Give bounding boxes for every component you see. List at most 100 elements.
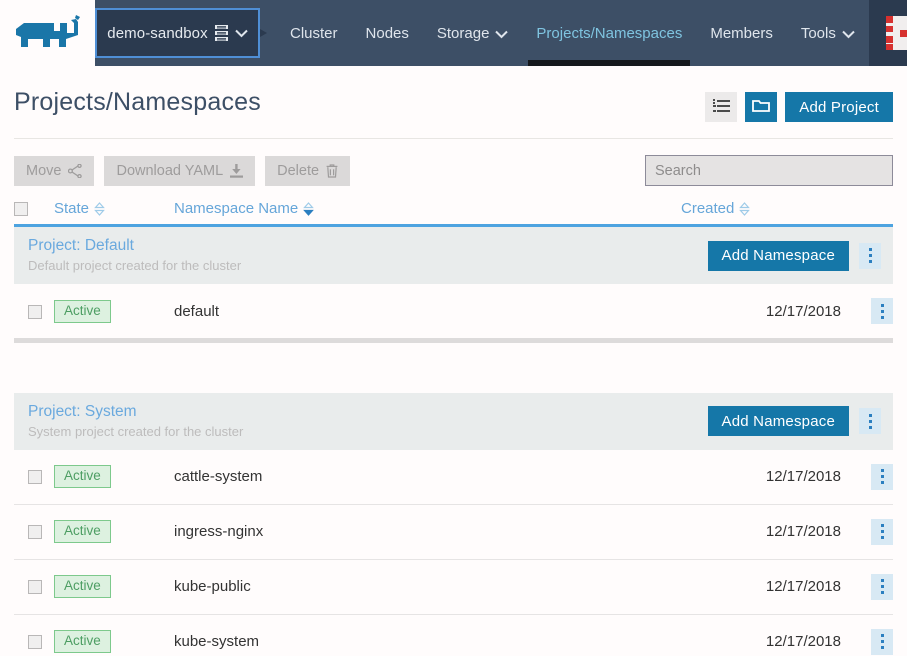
bulk-action-toolbar: Move Download YAML Delete Search — [14, 139, 893, 186]
row-checkbox[interactable] — [28, 525, 42, 540]
nav-item-label: Cluster — [290, 24, 338, 42]
move-button-label: Move — [26, 162, 62, 179]
select-all-header — [14, 200, 54, 226]
folder-icon — [752, 99, 771, 116]
project-info: Project: System System project created f… — [28, 402, 243, 441]
nav-item-projects-namespaces[interactable]: Projects/Namespaces — [522, 0, 696, 66]
cluster-selector-label: demo-sandbox — [107, 24, 208, 42]
nav-item-tools[interactable]: Tools — [787, 0, 869, 66]
state-column-header[interactable]: State — [54, 200, 174, 226]
list-icon — [712, 98, 730, 116]
created-date: 12/17/2018 — [681, 449, 841, 505]
nav-item-label: Tools — [800, 24, 836, 42]
namespace-name: ingress-nginx — [174, 504, 681, 560]
project-actions-menu-icon[interactable] — [859, 408, 881, 435]
status-badge: Active — [54, 630, 111, 654]
project-info: Project: Default Default project created… — [28, 236, 241, 275]
cluster-selector[interactable]: demo-sandbox — [95, 8, 260, 58]
nav-item-members[interactable]: Members — [696, 0, 787, 66]
created-date: 12/17/2018 — [681, 504, 841, 560]
row-checkbox[interactable] — [28, 635, 42, 650]
project-title[interactable]: Project: Default — [28, 236, 241, 257]
user-menu[interactable] — [868, 0, 907, 66]
row-actions-menu-icon[interactable] — [871, 518, 893, 545]
status-badge: Active — [54, 575, 111, 599]
status-badge: Active — [54, 520, 111, 544]
table-header: State Namespace Name Created — [14, 200, 893, 226]
nav-item-cluster[interactable]: Cluster — [276, 0, 352, 66]
nav-items: Cluster Nodes Storage Projects/Namespace… — [272, 0, 869, 66]
sort-icon — [739, 201, 751, 216]
nav-item-label: Storage — [436, 24, 490, 42]
logo-zone — [0, 0, 95, 66]
nav-item-label: Members — [710, 24, 773, 42]
created-column-header[interactable]: Created — [681, 200, 893, 226]
project-group-separator — [14, 338, 893, 393]
row-actions-menu-icon[interactable] — [871, 463, 893, 490]
breadcrumb-arrow-icon — [260, 0, 272, 66]
rancher-logo[interactable] — [14, 13, 82, 53]
chevron-down-icon — [842, 28, 855, 39]
row-actions-menu-icon[interactable] — [871, 628, 893, 655]
trash-icon — [326, 163, 338, 178]
page-header: Projects/Namespaces Add Project — [14, 66, 893, 122]
row-actions-menu-icon[interactable] — [871, 573, 893, 600]
delete-button-label: Delete — [277, 162, 320, 179]
status-badge: Active — [54, 299, 111, 323]
table-row: Active ingress-nginx 12/17/2018 — [14, 504, 893, 560]
namespaces-table: State Namespace Name Created Project: De… — [14, 200, 893, 656]
namespace-name: kube-system — [174, 614, 681, 656]
add-namespace-button[interactable]: Add Namespace — [707, 240, 849, 271]
created-date: 12/17/2018 — [681, 284, 841, 342]
download-icon — [230, 163, 244, 178]
namespace-name: default — [174, 284, 681, 342]
stack-icon — [214, 25, 228, 41]
page-content: Projects/Namespaces Add Project Move Dow… — [0, 66, 907, 656]
table-row: Active kube-system 12/17/2018 — [14, 614, 893, 656]
row-checkbox[interactable] — [28, 470, 42, 485]
avatar — [886, 16, 907, 50]
row-checkbox[interactable] — [28, 580, 42, 595]
created-date: 12/17/2018 — [681, 559, 841, 615]
created-date: 12/17/2018 — [681, 614, 841, 656]
table-row: Active kube-public 12/17/2018 — [14, 559, 893, 615]
nav-item-label: Projects/Namespaces — [536, 24, 683, 42]
download-yaml-button[interactable]: Download YAML — [104, 155, 256, 186]
project-group-row: Project: Default Default project created… — [14, 224, 893, 285]
status-badge: Active — [54, 465, 111, 489]
add-namespace-button[interactable]: Add Namespace — [707, 406, 849, 437]
nav-item-storage[interactable]: Storage — [423, 0, 523, 66]
namespace-name-column-header[interactable]: Namespace Name — [174, 200, 681, 226]
add-project-button[interactable]: Add Project — [785, 92, 893, 122]
sort-icon-active — [303, 201, 315, 216]
created-column-label: Created — [681, 200, 735, 217]
namespace-name: kube-public — [174, 559, 681, 615]
row-actions-menu-icon[interactable] — [871, 298, 893, 325]
move-button[interactable]: Move — [14, 155, 95, 186]
state-column-label: State — [54, 200, 90, 217]
bulk-buttons: Move Download YAML Delete — [14, 155, 351, 186]
share-icon — [68, 163, 83, 178]
row-checkbox[interactable] — [28, 304, 42, 319]
search-input[interactable] — [645, 155, 893, 186]
namespace-name-column-label: Namespace Name — [174, 200, 299, 217]
delete-button[interactable]: Delete — [265, 155, 351, 186]
page-title: Projects/Namespaces — [14, 88, 261, 116]
project-title[interactable]: Project: System — [28, 402, 243, 423]
project-description: System project created for the cluster — [28, 423, 244, 439]
chevron-down-icon — [495, 28, 509, 39]
project-actions-menu-icon[interactable] — [859, 242, 881, 269]
list-view-button[interactable] — [705, 92, 738, 122]
select-all-checkbox[interactable] — [14, 202, 28, 217]
sort-icon — [94, 201, 105, 216]
table-row: Active cattle-system 12/17/2018 — [14, 449, 893, 505]
chevron-down-icon — [235, 29, 248, 38]
nav-item-nodes[interactable]: Nodes — [352, 0, 423, 66]
header-actions: Add Project — [705, 88, 893, 122]
project-group-row: Project: System System project created f… — [14, 392, 893, 450]
table-row: Active default 12/17/2018 — [14, 284, 893, 342]
project-description: Default project created for the cluster — [28, 257, 242, 273]
download-yaml-button-label: Download YAML — [116, 162, 224, 179]
namespace-name: cattle-system — [174, 449, 681, 505]
group-view-button[interactable] — [745, 92, 778, 122]
